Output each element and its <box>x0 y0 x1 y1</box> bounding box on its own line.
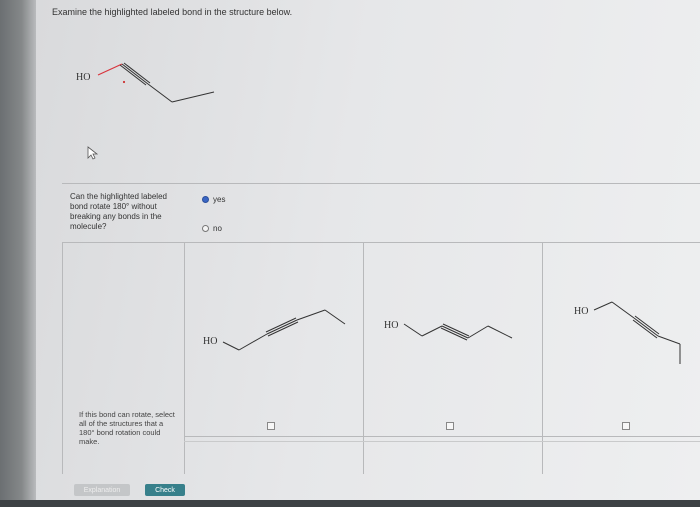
structure-3-checkbox[interactable] <box>622 422 630 430</box>
structure-3-label: HO <box>574 306 588 317</box>
radio-no[interactable] <box>202 225 209 232</box>
structure-option-3[interactable]: HO <box>542 242 700 474</box>
structure-3-molecule: HO <box>574 301 681 364</box>
structure-2-label: HO <box>384 320 398 331</box>
structure-option-1[interactable]: HO <box>184 242 364 474</box>
option-no-label: no <box>213 224 222 233</box>
structure-2-molecule: HO <box>384 320 513 341</box>
explanation-button[interactable]: Explanation <box>74 484 130 496</box>
highlighted-bond <box>97 63 123 76</box>
table-divider <box>184 436 700 437</box>
structure-1-label: HO <box>203 336 217 347</box>
screen-bezel <box>0 500 700 507</box>
structure-1-molecule: HO <box>203 309 346 351</box>
main-molecule: HO <box>76 62 215 103</box>
option-yes-label: yes <box>213 195 226 204</box>
bond-marker <box>122 80 126 84</box>
structure-option-2[interactable]: HO <box>362 242 543 474</box>
structure-1-checkbox[interactable] <box>267 422 275 430</box>
instruction-text: If this bond can rotate, select all of t… <box>79 410 175 446</box>
instruction-cell: If this bond can rotate, select all of t… <box>62 242 185 474</box>
question-prompt: Examine the highlighted labeled bond in … <box>52 7 293 17</box>
option-yes[interactable]: yes <box>202 195 225 204</box>
screen-glare <box>0 0 36 507</box>
check-button[interactable]: Check <box>145 484 185 496</box>
radio-yes[interactable] <box>202 196 209 203</box>
option-no[interactable]: no <box>202 224 222 233</box>
question-text: Can the highlighted labeled bond rotate … <box>70 192 167 231</box>
mouse-cursor-icon <box>87 146 98 160</box>
question-table: Can the highlighted labeled bond rotate … <box>62 183 700 474</box>
main-molecule-label: HO <box>76 72 90 83</box>
question-row: Can the highlighted labeled bond rotate … <box>62 184 700 243</box>
table-divider-2 <box>184 441 700 442</box>
structure-2-checkbox[interactable] <box>446 422 454 430</box>
